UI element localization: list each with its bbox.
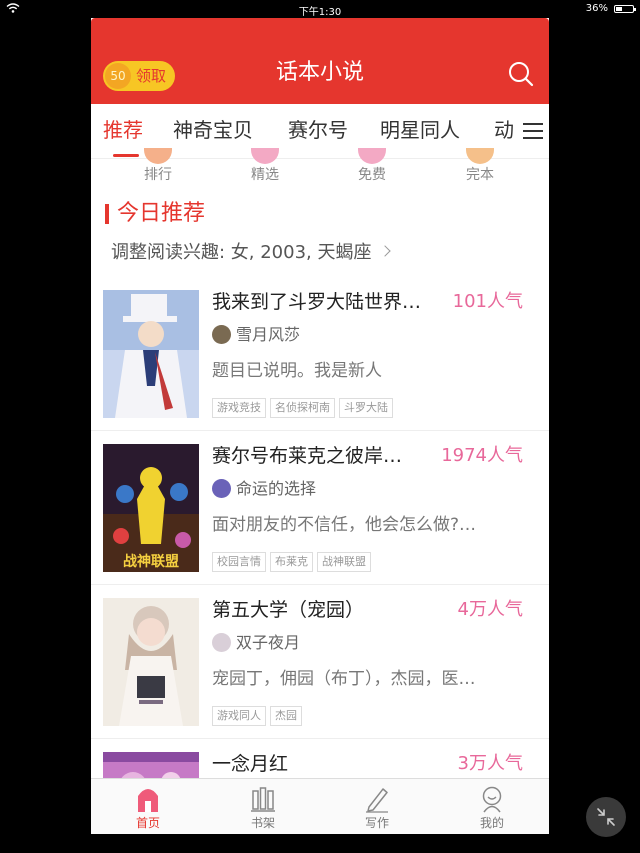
shortcut-featured[interactable]: 精选: [225, 148, 305, 192]
adjust-interest-link[interactable]: 调整阅读兴趣: 女, 2003, 天蝎座: [111, 238, 392, 268]
book-description: 面对朋友的不信任，他会怎么做?…: [212, 515, 477, 535]
app-window: 50 领取 话本小说 推荐 神奇宝贝 赛尔号 明星同人 动 排行 精选 免费 完…: [91, 18, 549, 834]
nav-label: 写作: [364, 816, 389, 830]
nav-label: 首页: [135, 816, 160, 830]
shortcut-label: 完本: [466, 167, 494, 183]
tab-recommend[interactable]: 推荐: [103, 104, 143, 158]
app-header: 50 领取 话本小说: [91, 18, 549, 104]
book-tag[interactable]: 游戏同人: [212, 706, 266, 726]
book-item[interactable]: 我来到了斗罗大陆世界… 101人气 雪月风莎 题目已说明。我是新人 游戏竞技 名侦…: [91, 276, 549, 431]
author-avatar: [212, 633, 231, 652]
book-item[interactable]: 第五大学（宠园） 4万人气 双子夜月 宠园丁，佣园（布丁），杰园，医… 游戏同人…: [91, 584, 549, 739]
book-cover: [103, 290, 199, 418]
book-tags: 游戏竞技 名侦探柯南 斗罗大陆: [212, 396, 397, 418]
book-description: 宠园丁，佣园（布丁），杰园，医…: [212, 669, 476, 689]
search-icon[interactable]: [507, 60, 535, 88]
shortcut-free[interactable]: 免费: [332, 148, 412, 192]
status-bar: 下午1:30 36%: [0, 0, 640, 18]
book-tag[interactable]: 斗罗大陆: [339, 398, 393, 418]
tab-anime[interactable]: 动: [494, 104, 514, 158]
nav-profile[interactable]: 我的: [452, 779, 532, 834]
shortcut-label: 精选: [251, 167, 279, 183]
book-tags: 游戏同人 杰园: [212, 704, 306, 726]
home-icon: [138, 789, 158, 812]
bottom-nav: 首页 书架 写作 我的: [91, 778, 549, 834]
author-name: 雪月风莎: [236, 325, 301, 344]
book-tag[interactable]: 游戏竞技: [212, 398, 266, 418]
author-name: 命运的选择: [236, 479, 317, 498]
active-tab-indicator: [113, 154, 139, 157]
menu-icon[interactable]: [523, 122, 543, 140]
author-name: 双子夜月: [236, 633, 301, 652]
book-tag[interactable]: 杰园: [270, 706, 302, 726]
popularity-count: 1974人气: [441, 445, 523, 466]
tab-celebrity[interactable]: 明星同人: [380, 104, 460, 158]
book-cover: [103, 598, 199, 726]
section-marker: [105, 204, 109, 224]
free-icon: [358, 148, 386, 164]
collapse-arrows-icon: [597, 808, 615, 826]
battery-percent: 36%: [585, 3, 608, 14]
nav-home[interactable]: 首页: [108, 779, 188, 834]
cover-title: 战神联盟: [123, 553, 179, 570]
popularity-count: 3万人气: [457, 753, 523, 774]
section-title: 今日推荐: [117, 201, 206, 226]
book-description: 题目已说明。我是新人: [212, 361, 382, 381]
author: 双子夜月: [212, 632, 300, 654]
completed-icon: [466, 148, 494, 164]
nav-write[interactable]: 写作: [337, 779, 417, 834]
nav-label: 我的: [479, 816, 504, 830]
book-cover: 战神联盟: [103, 444, 199, 572]
book-title: 一念月红: [212, 753, 289, 775]
author-avatar: [212, 325, 231, 344]
nav-label: 书架: [250, 816, 275, 830]
pencil-icon: [366, 788, 388, 813]
featured-icon: [251, 148, 279, 164]
author: 雪月风莎: [212, 324, 300, 346]
book-item[interactable]: 战神联盟 赛尔号布莱克之彼岸… 1974人气 命运的选择 面对朋友的不信任，他会…: [91, 430, 549, 585]
book-tag[interactable]: 战神联盟: [317, 552, 371, 572]
book-tags: 校园言情 布莱克 战神联盟: [212, 550, 375, 572]
app-title: 话本小说: [275, 60, 364, 85]
book-tag[interactable]: 名侦探柯南: [270, 398, 335, 418]
status-time: 下午1:30: [298, 7, 342, 18]
ranking-icon: [144, 148, 172, 164]
profile-icon: [482, 786, 502, 813]
bookshelf-icon: [251, 787, 275, 812]
battery-icon: [614, 5, 636, 13]
book-title: 第五大学（宠园）: [212, 599, 365, 621]
book-tag[interactable]: 校园言情: [212, 552, 266, 572]
author-avatar: [212, 479, 231, 498]
tab-seer[interactable]: 赛尔号: [288, 104, 348, 158]
shortcut-label: 免费: [358, 167, 386, 183]
popularity-count: 4万人气: [457, 599, 523, 620]
nav-bookshelf[interactable]: 书架: [223, 779, 303, 834]
minimize-button[interactable]: [586, 797, 626, 837]
book-title: 我来到了斗罗大陆世界…: [212, 291, 422, 313]
shortcut-ranking[interactable]: 排行: [118, 148, 198, 192]
tab-pokemon[interactable]: 神奇宝贝: [173, 104, 253, 158]
book-tag[interactable]: 布莱克: [270, 552, 313, 572]
interest-text: 调整阅读兴趣: 女, 2003, 天蝎座: [111, 242, 372, 263]
shortcut-completed[interactable]: 完本: [440, 148, 520, 192]
popularity-count: 101人气: [452, 291, 523, 312]
author: 命运的选择: [212, 478, 316, 500]
shortcut-label: 排行: [144, 167, 172, 183]
chevron-right-icon: [379, 245, 392, 257]
book-title: 赛尔号布莱克之彼岸…: [212, 445, 403, 467]
